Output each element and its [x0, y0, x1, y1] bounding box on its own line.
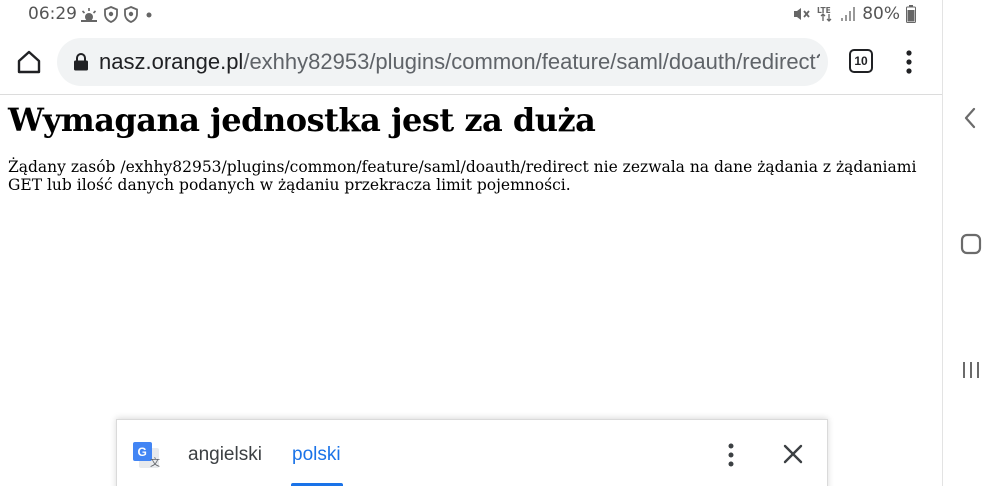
mute-vibrate-icon — [794, 8, 810, 20]
recents-button[interactable] — [960, 359, 982, 385]
signal-icon — [841, 7, 856, 21]
page-body-text: Żądany zasób /exhhy82953/plugins/common/… — [8, 158, 917, 194]
shield-icon — [124, 6, 138, 23]
dot-icon — [146, 12, 152, 17]
browser-toolbar: nasz.orange.pl/exhhy82953/plugins/common… — [0, 30, 942, 95]
url-host: nasz.orange.pl — [99, 49, 244, 74]
language-tab-target[interactable]: polski — [292, 444, 341, 466]
translate-options-button[interactable] — [721, 442, 741, 468]
google-translate-icon: G 文 — [133, 442, 160, 469]
page-title: Wymagana jednostka jest za duża — [8, 101, 596, 139]
lock-icon — [74, 53, 88, 71]
svg-text:G: G — [138, 445, 147, 459]
back-button[interactable] — [962, 106, 978, 134]
status-notification-icons — [80, 6, 154, 23]
home-icon — [960, 233, 982, 255]
status-bar: 06:29 LTE 80% — [0, 0, 942, 30]
battery-icon — [906, 5, 916, 23]
close-icon — [783, 444, 803, 464]
svg-text:文: 文 — [150, 456, 160, 469]
status-time: 06:29 — [28, 4, 77, 24]
page-content: Wymagana jednostka jest za duża Żądany z… — [8, 98, 928, 194]
translate-bar: G 文 angielski polski — [116, 419, 828, 486]
recents-icon — [963, 362, 979, 378]
lte-label: LTE — [817, 6, 831, 15]
back-icon — [964, 107, 976, 129]
url-path: /exhhy82953/plugins/common/feature/saml/… — [243, 49, 820, 74]
home-icon — [17, 50, 41, 74]
shield-icon — [104, 6, 118, 23]
battery-percent: 80% — [862, 4, 900, 24]
translate-close-button[interactable] — [781, 442, 805, 466]
url-bar[interactable]: nasz.orange.pl/exhhy82953/plugins/common… — [57, 38, 828, 86]
more-vert-icon — [728, 443, 734, 467]
url-text[interactable]: nasz.orange.pl/exhhy82953/plugins/common… — [99, 49, 820, 75]
weather-icon — [81, 7, 97, 22]
system-navigation-bar — [942, 0, 999, 486]
browser-menu-button[interactable] — [897, 48, 921, 76]
status-system-icons: LTE 80% — [792, 4, 916, 24]
language-tab-source[interactable]: angielski — [188, 444, 262, 466]
system-home-button[interactable] — [960, 233, 982, 259]
home-button[interactable] — [12, 45, 46, 79]
tab-switcher-button[interactable]: 10 — [849, 49, 873, 73]
more-vert-icon — [906, 50, 912, 74]
lte-icon: LTE — [817, 6, 832, 22]
